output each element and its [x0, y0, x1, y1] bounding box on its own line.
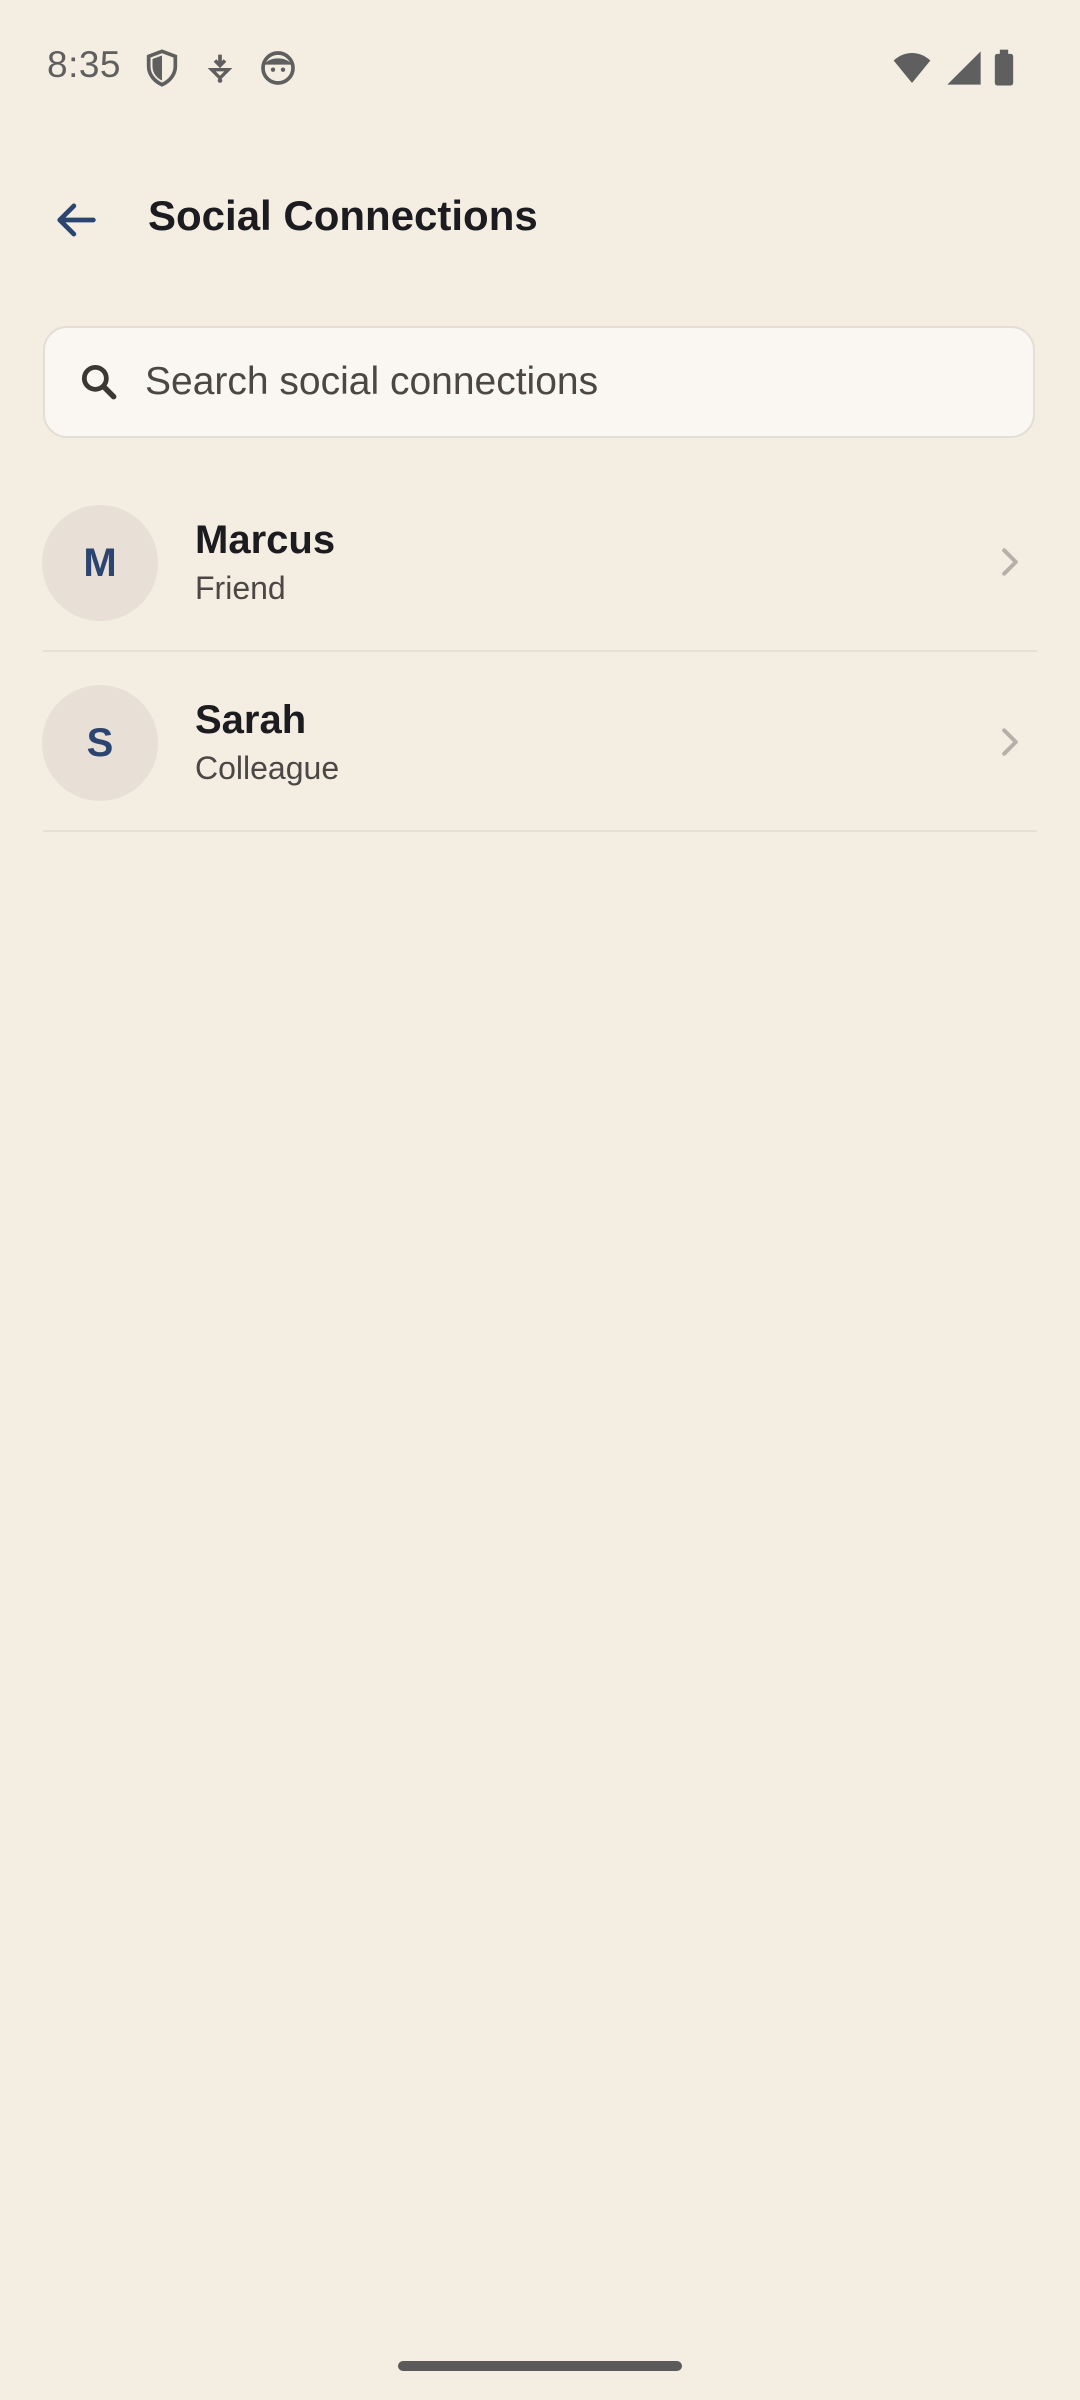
contact-item-sarah[interactable]: S Sarah Colleague: [0, 652, 1080, 832]
page-title: Social Connections: [148, 192, 538, 239]
contact-relation: Friend: [195, 570, 286, 606]
back-button[interactable]: [34, 178, 118, 262]
app-bar: Social Connections: [0, 170, 1080, 270]
contact-list: M Marcus Friend S Sarah Colleague: [0, 472, 1080, 832]
search-input[interactable]: [143, 328, 1005, 436]
face-icon: [258, 48, 298, 88]
search-bar[interactable]: [43, 326, 1035, 438]
shield-icon: [142, 48, 182, 88]
search-icon: [77, 360, 121, 404]
avatar: S: [42, 685, 158, 801]
signal-icon: [944, 48, 984, 88]
wifi-icon: [890, 48, 934, 88]
gesture-nav-bar[interactable]: [398, 2361, 682, 2371]
divider: [43, 830, 1037, 832]
status-time: 8:35: [47, 44, 122, 85]
avatar: M: [42, 505, 158, 621]
contact-relation: Colleague: [195, 750, 340, 786]
chevron-right-icon: [990, 542, 1030, 582]
contact-name: Marcus: [195, 518, 336, 562]
download-icon: [200, 48, 240, 88]
chevron-right-icon: [990, 722, 1030, 762]
status-bar: 8:35: [0, 0, 1080, 136]
contact-name: Sarah: [195, 698, 307, 742]
arrow-back-icon: [57, 203, 96, 237]
contact-item-marcus[interactable]: M Marcus Friend: [0, 472, 1080, 652]
battery-icon: [984, 48, 1024, 88]
